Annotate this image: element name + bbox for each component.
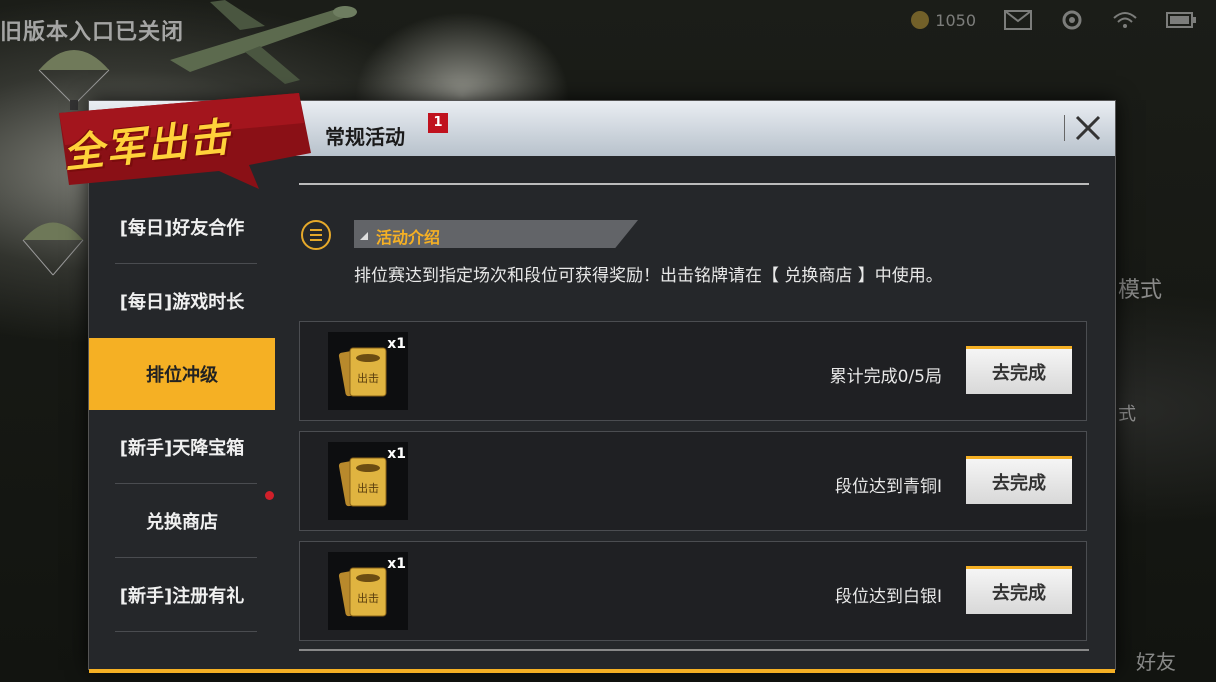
mail-icon [1004,10,1032,30]
intro-description: 排位赛达到指定场次和段位可获得奖励！出击铭牌请在【 兑换商店 】中使用。 [354,266,943,286]
notification-dot [265,491,274,500]
corner-mark-icon [360,232,368,240]
parachute-icon [22,222,84,276]
sidebar: [每日]好友合作 [每日]游戏时长 排位冲级 [新手]天降宝箱 兑换商店 [新手… [89,179,275,653]
sidebar-item-label: [新手]注册有礼 [119,586,245,607]
divider [1064,115,1065,141]
status-bar: 1050 [911,8,1196,32]
go-complete-button[interactable]: 去完成 [966,566,1072,614]
list-lines-icon [310,229,322,241]
reward-label: 出击 [357,591,379,605]
modal-title: 常规活动 [325,125,405,149]
sidebar-item-daily-friend-coop[interactable]: [每日]好友合作 [89,191,275,263]
intro-tab: 活动介绍 [354,220,638,248]
reward-label: 出击 [357,481,379,495]
reward-quantity: x1 [387,336,406,352]
divider [115,483,257,484]
divider [115,263,257,264]
reward-item: 出击 x1 [328,332,408,410]
sidebar-item-ranked-climb[interactable]: 排位冲级 [89,338,275,410]
list-icon [301,220,331,250]
coin-value: 1050 [935,10,976,30]
close-x-icon [1075,115,1101,141]
task-description: 段位达到青铜I [834,477,942,497]
background-mode-text: 模式 [1118,278,1163,303]
intro-tab-label: 活动介绍 [376,228,441,247]
notification-badge: 1 [428,113,448,133]
reward-item: 出击 x1 [328,442,408,520]
task-row: 出击 x1 段位达到青铜I 去完成 [299,431,1087,531]
reward-label: 出击 [357,371,379,385]
sidebar-item-label: [每日]好友合作 [119,218,245,239]
close-button[interactable] [1069,109,1107,147]
modal-bottom-accent [89,669,1115,673]
coin-icon [911,11,930,29]
airplane-icon [170,0,357,84]
divider [115,631,257,632]
sidebar-item-label: 排位冲级 [146,365,218,386]
task-row: 出击 x1 段位达到白银I 去完成 [299,541,1087,641]
sidebar-item-exchange-shop[interactable]: 兑换商店 [89,485,275,557]
sidebar-item-newbie-register-gift[interactable]: [新手]注册有礼 [89,559,275,631]
go-complete-button[interactable]: 去完成 [966,346,1072,394]
reward-quantity: x1 [387,446,406,462]
go-complete-button[interactable]: 去完成 [966,456,1072,504]
divider [115,557,257,558]
sidebar-item-newbie-sky-chest[interactable]: [新手]天降宝箱 [89,411,275,483]
divider [299,183,1089,185]
wifi-icon [1113,12,1137,28]
sidebar-item-label: [每日]游戏时长 [119,292,245,313]
gear-icon [1062,10,1082,30]
task-description: 累计完成0/5局 [829,367,942,387]
sidebar-item-label: [新手]天降宝箱 [119,438,245,459]
reward-quantity: x1 [387,556,406,572]
sidebar-item-label: 兑换商店 [146,512,218,533]
task-description: 段位达到白银I [834,587,942,607]
battery-icon [1166,12,1196,28]
sidebar-item-daily-playtime[interactable]: [每日]游戏时长 [89,265,275,337]
task-row: 出击 x1 累计完成0/5局 去完成 [299,321,1087,421]
background-friends-text: 好友 [1136,650,1176,674]
event-modal: 常规活动 1 全军出击 [每日]好友合作 [每日]游戏时长 排位冲级 [新手]天… [59,93,1116,673]
background-side-text: 式 [1118,404,1136,425]
divider [299,649,1089,651]
coin-display: 1050 [911,11,976,30]
event-banner: 全军出击 [49,93,319,193]
reward-item: 出击 x1 [328,552,408,630]
